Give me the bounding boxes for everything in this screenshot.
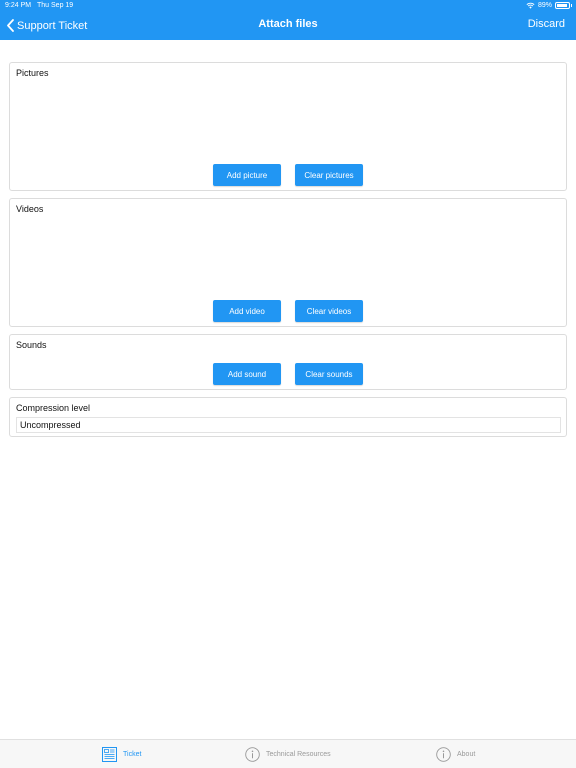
ticket-icon [102, 747, 117, 762]
compression-level-select[interactable]: Uncompressed [16, 417, 561, 433]
pictures-section: Pictures Add picture Clear pictures [9, 62, 567, 191]
add-picture-button[interactable]: Add picture [213, 164, 281, 186]
status-time: 9:24 PM [5, 2, 32, 9]
add-video-button[interactable]: Add video [213, 300, 281, 322]
clear-sounds-button[interactable]: Clear sounds [295, 363, 363, 385]
page-title: Attach files [258, 18, 318, 30]
pictures-title: Pictures [16, 68, 49, 78]
tab-technical-resources[interactable]: Technical Resources [245, 747, 331, 762]
info-icon [436, 747, 451, 762]
videos-section: Videos Add video Clear videos [9, 198, 567, 327]
videos-title: Videos [16, 204, 44, 214]
tab-about-label: About [457, 751, 476, 758]
tab-ticket[interactable]: Ticket [102, 747, 141, 762]
app-header: 9:24 PM Thu Sep 19 89% Support Ticket At… [0, 0, 576, 40]
tab-ticket-label: Ticket [123, 751, 142, 758]
tab-bar: Ticket Technical Resources About [0, 739, 576, 768]
battery-percent: 89% [537, 2, 552, 9]
tab-about[interactable]: About [436, 747, 475, 762]
status-bar: 9:24 PM Thu Sep 19 89% [0, 0, 576, 11]
compression-title: Compression level [16, 403, 91, 413]
discard-button[interactable]: Discard [528, 18, 565, 30]
info-icon [245, 747, 260, 762]
sounds-title: Sounds [16, 340, 47, 350]
add-sound-button[interactable]: Add sound [213, 363, 281, 385]
sounds-section: Sounds Add sound Clear sounds [9, 334, 567, 390]
status-date: Thu Sep 19 [37, 2, 74, 9]
tab-technical-resources-label: Technical Resources [266, 751, 331, 758]
nav-bar: Support Ticket Attach files Discard [0, 11, 576, 40]
status-right: 89% [526, 0, 572, 11]
clear-pictures-button[interactable]: Clear pictures [295, 164, 363, 186]
compression-section: Compression level Uncompressed [9, 397, 567, 437]
clear-videos-button[interactable]: Clear videos [295, 300, 363, 322]
wifi-icon [526, 2, 535, 9]
battery-icon [555, 2, 572, 9]
